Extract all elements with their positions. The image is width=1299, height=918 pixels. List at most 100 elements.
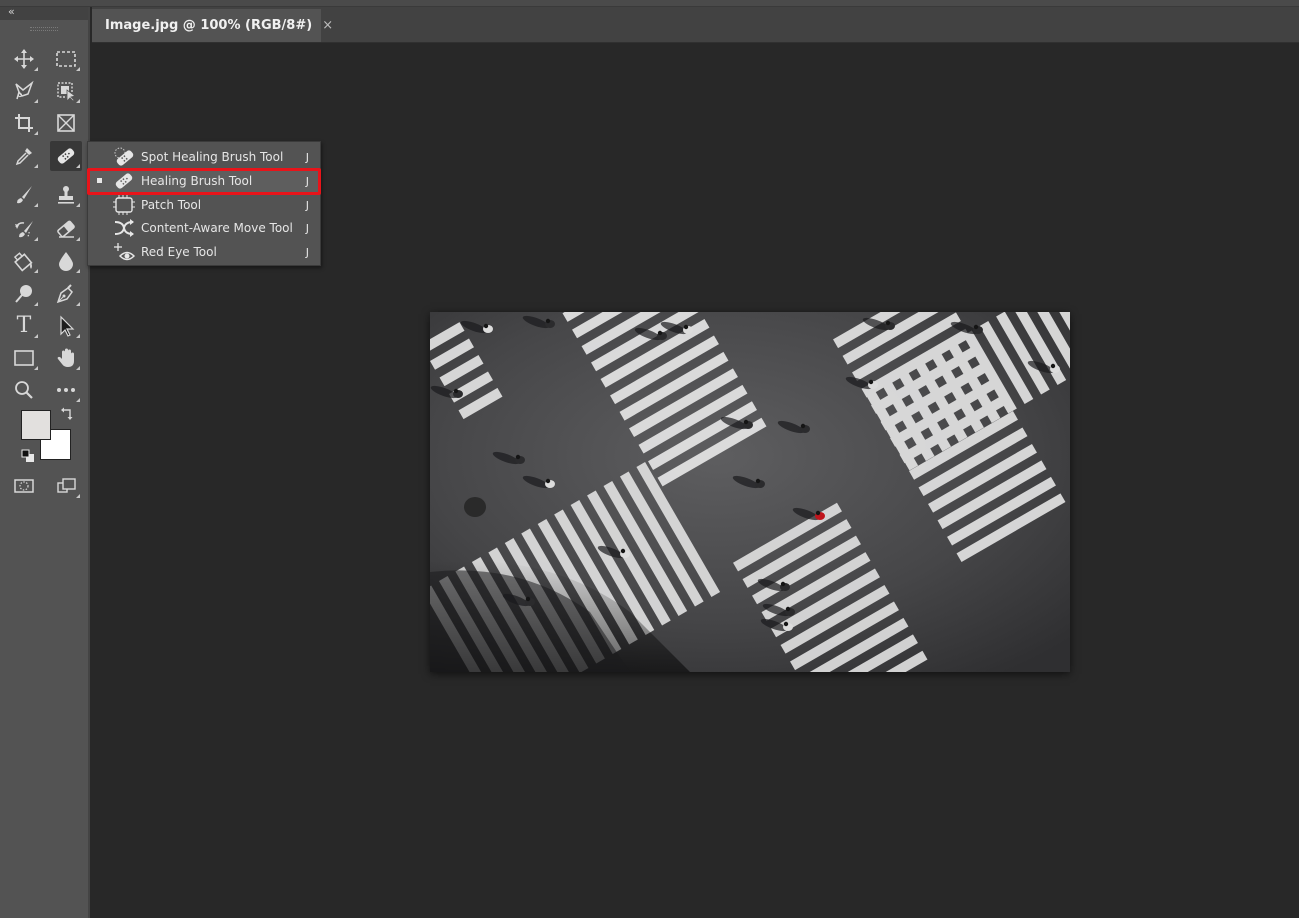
close-tab-icon[interactable]: × <box>322 18 333 33</box>
stamp-icon <box>58 186 74 204</box>
pedestrian-head <box>453 388 459 394</box>
submenu-indicator <box>34 334 38 338</box>
arrow-icon <box>60 315 75 337</box>
submenu-indicator <box>34 269 38 273</box>
pedestrian-head <box>800 423 806 429</box>
submenu-indicator <box>34 131 38 135</box>
bucket-icon <box>13 252 33 272</box>
pedestrian-head <box>683 324 689 330</box>
rectangle-tool[interactable] <box>8 343 40 373</box>
menu-item-healing-brush[interactable]: Healing Brush Tool J <box>89 169 319 193</box>
foreground-color-swatch[interactable] <box>21 410 51 440</box>
pedestrian-head <box>783 621 789 627</box>
screen-mode-button[interactable] <box>50 471 82 501</box>
pen-tool[interactable] <box>50 279 82 309</box>
tools-panel: « T <box>0 5 90 918</box>
eraser-icon <box>57 220 75 238</box>
menu-item-label: Spot Healing Brush Tool <box>141 150 284 164</box>
menu-item-shortcut: J <box>305 245 309 259</box>
dodge-tool[interactable] <box>8 279 40 309</box>
submenu-indicator <box>76 203 80 207</box>
menu-item-shortcut: J <box>305 221 309 235</box>
frame-icon <box>57 114 75 132</box>
menu-item-patch[interactable]: Patch Tool J <box>89 193 319 217</box>
submenu-indicator <box>76 366 80 370</box>
zoom-tool[interactable] <box>8 375 40 405</box>
menu-item-content-aware-move[interactable]: Content-Aware Move Tool J <box>89 216 319 240</box>
pedestrian-head <box>545 318 551 324</box>
submenu-indicator <box>76 99 80 103</box>
toolbar-header: « <box>0 5 88 20</box>
pedestrian-head <box>885 320 891 326</box>
pedestrian-head <box>515 454 521 460</box>
type-tool[interactable]: T <box>8 311 40 341</box>
menu-item-label: Patch Tool <box>141 198 202 212</box>
spot-healing-icon <box>114 147 134 166</box>
pedestrian-head <box>743 419 749 425</box>
manhole-cover <box>464 497 486 517</box>
rectangular-marquee-tool[interactable] <box>50 44 82 74</box>
toolbar-grip[interactable] <box>30 27 58 31</box>
content-aware-move-icon <box>114 219 134 237</box>
history-brush-icon <box>15 221 33 238</box>
edit-toolbar-button[interactable] <box>50 375 82 405</box>
blur-tool[interactable] <box>50 246 82 276</box>
paint-bucket-tool[interactable] <box>8 246 40 276</box>
menu-item-spot-healing-brush[interactable]: Spot Healing Brush Tool J <box>89 145 319 169</box>
eyedropper-tool[interactable] <box>8 141 40 171</box>
move-icon <box>14 49 34 69</box>
submenu-indicator <box>34 203 38 207</box>
eraser-tool[interactable] <box>50 214 82 244</box>
healing-brush-tool[interactable] <box>50 141 82 171</box>
pedestrian-head <box>1050 363 1056 369</box>
pedestrian-head <box>525 596 531 602</box>
pedestrian-head <box>545 478 551 484</box>
submenu-indicator <box>34 237 38 241</box>
crop-tool[interactable] <box>8 108 40 138</box>
document-tab-bar: Image.jpg @ 100% (RGB/8#) × <box>92 7 1299 43</box>
pedestrian-head <box>483 323 489 329</box>
menu-item-label: Healing Brush Tool <box>141 174 253 188</box>
dodge-icon <box>15 285 32 303</box>
bandage-icon <box>57 148 75 164</box>
menu-item-label: Content-Aware Move Tool <box>141 221 293 235</box>
brush-tool[interactable] <box>8 180 40 210</box>
more-icon <box>57 388 75 392</box>
submenu-indicator <box>34 366 38 370</box>
submenu-indicator <box>76 164 80 168</box>
collapse-toolbar-button[interactable]: « <box>8 5 15 18</box>
menu-item-shortcut: J <box>305 150 309 164</box>
swap-colors-icon[interactable] <box>60 407 74 421</box>
healing-brush-icon <box>115 173 133 189</box>
submenu-indicator <box>76 398 80 402</box>
lasso-icon <box>15 80 34 100</box>
submenu-indicator <box>34 302 38 306</box>
hand-icon <box>57 348 74 367</box>
clone-stamp-tool[interactable] <box>50 180 82 210</box>
path-selection-tool[interactable] <box>50 311 82 341</box>
screen-mode-icon <box>57 478 76 493</box>
frame-tool[interactable] <box>50 108 82 138</box>
submenu-indicator <box>76 237 80 241</box>
menu-item-shortcut: J <box>305 174 309 188</box>
document-image[interactable] <box>430 312 1070 672</box>
pedestrian-head <box>620 548 626 554</box>
history-brush-tool[interactable] <box>8 214 40 244</box>
menu-item-red-eye[interactable]: Red Eye Tool J <box>89 240 319 264</box>
quick-mask-button[interactable] <box>8 471 40 501</box>
marquee-icon <box>56 51 76 67</box>
move-tool[interactable] <box>8 44 40 74</box>
submenu-indicator <box>76 494 80 498</box>
magnifier-icon <box>15 381 33 399</box>
pen-icon <box>56 284 73 304</box>
selected-indicator <box>97 178 102 183</box>
lasso-tool[interactable] <box>8 76 40 106</box>
title-strip <box>0 0 1299 7</box>
object-selection-tool[interactable] <box>50 76 82 106</box>
submenu-indicator <box>34 67 38 71</box>
hand-tool[interactable] <box>50 343 82 373</box>
document-tab[interactable]: Image.jpg @ 100% (RGB/8#) × <box>92 9 333 42</box>
default-colors-icon[interactable] <box>21 449 35 463</box>
submenu-indicator <box>76 67 80 71</box>
pedestrian-head <box>868 379 874 385</box>
